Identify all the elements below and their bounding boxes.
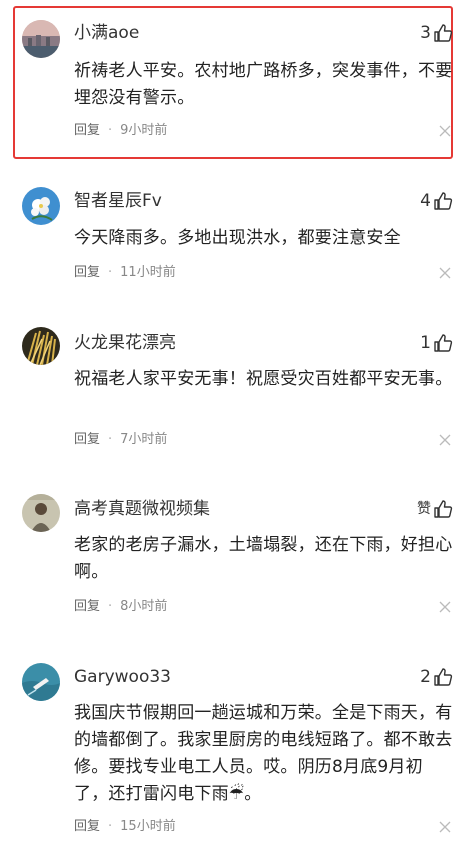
separator-dot: ·: [108, 432, 113, 447]
timestamp: 9小时前: [120, 123, 168, 138]
timestamp: 8小时前: [120, 599, 168, 614]
timestamp: 11小时前: [120, 265, 176, 280]
avatar[interactable]: [22, 327, 60, 365]
reply-button[interactable]: 回复: [74, 598, 100, 616]
reply-button[interactable]: 回复: [74, 818, 100, 836]
close-icon: [439, 125, 451, 137]
separator-dot: ·: [108, 265, 113, 280]
portrait-avatar-icon: [22, 494, 60, 532]
comment-item: 小满aoe 3 祈祷老人平安。农村地广路桥多，突发事件，不要埋怨没有警示。 回复…: [0, 0, 475, 165]
username[interactable]: 智者星辰Fv: [74, 189, 162, 213]
thumbs-up-icon: [434, 668, 453, 686]
reply-button[interactable]: 回复: [74, 122, 100, 140]
separator-dot: ·: [108, 819, 113, 834]
avatar[interactable]: [22, 187, 60, 225]
comment-item: 火龙果花漂亮 1 祝福老人家平安无事！祝愿受灾百姓都平安无事。 回复 · 7小时…: [0, 305, 475, 470]
comment-text: 祈祷老人平安。农村地广路桥多，突发事件，不要埋怨没有警示。: [74, 61, 453, 108]
username[interactable]: 高考真题微视频集: [74, 497, 210, 521]
username[interactable]: 小满aoe: [74, 21, 139, 45]
comment-item: 高考真题微视频集 赞 老家的老房子漏水，土墙塌裂，还在下雨，好担心啊。 回复 ·…: [0, 470, 475, 635]
close-button[interactable]: [439, 821, 451, 833]
sunset-photo-avatar-icon: [22, 20, 60, 58]
like-button[interactable]: 1: [420, 331, 453, 355]
close-button[interactable]: [439, 267, 451, 279]
boat-on-sea-avatar-icon: [22, 663, 60, 701]
separator-dot: ·: [108, 123, 113, 138]
avatar[interactable]: [22, 494, 60, 532]
like-count: 4: [420, 191, 431, 211]
comment-meta: 回复 · 7小时前: [74, 431, 167, 449]
reply-button[interactable]: 回复: [74, 264, 100, 282]
golden-grass-avatar-icon: [22, 327, 60, 365]
like-button[interactable]: 赞: [417, 497, 453, 521]
comment-text: 我国庆节假期回一趟运城和万荣。全是下雨天，有的墙都倒了。我家里厨房的电线短路了。…: [74, 703, 453, 804]
comment-meta: 回复 · 15小时前: [74, 818, 176, 836]
white-flower-avatar-icon: [22, 187, 60, 225]
comment-text: 祝福老人家平安无事！祝愿受灾百姓都平安无事。: [74, 369, 453, 389]
like-count: 3: [420, 23, 431, 43]
comment-text: 老家的老房子漏水，土墙塌裂，还在下雨，好担心啊。: [74, 535, 453, 582]
close-button[interactable]: [439, 125, 451, 137]
timestamp: 15小时前: [120, 819, 176, 834]
like-button[interactable]: 4: [420, 189, 453, 213]
close-button[interactable]: [439, 434, 451, 446]
thumbs-up-icon: [434, 24, 453, 42]
avatar[interactable]: [22, 20, 60, 58]
comment-list: 小满aoe 3 祈祷老人平安。农村地广路桥多，突发事件，不要埋怨没有警示。 回复…: [0, 0, 475, 858]
like-button[interactable]: 3: [420, 21, 453, 45]
separator-dot: ·: [108, 599, 113, 614]
close-icon: [439, 601, 451, 613]
thumbs-up-icon: [434, 500, 453, 518]
close-icon: [439, 821, 451, 833]
username[interactable]: Garywoo33: [74, 665, 171, 689]
reply-button[interactable]: 回复: [74, 431, 100, 449]
like-count: 2: [420, 667, 431, 687]
like-button[interactable]: 2: [420, 665, 453, 689]
thumbs-up-icon: [434, 334, 453, 352]
comment-text: 今天降雨多。多地出现洪水，都要注意安全: [74, 228, 401, 248]
avatar[interactable]: [22, 663, 60, 701]
comment-item: Garywoo33 2 我国庆节假期回一趟运城和万荣。全是下雨天，有的墙都倒了。…: [0, 635, 475, 858]
like-count: 1: [420, 333, 431, 353]
username[interactable]: 火龙果花漂亮: [74, 331, 176, 355]
close-icon: [439, 267, 451, 279]
close-button[interactable]: [439, 601, 451, 613]
timestamp: 7小时前: [120, 432, 168, 447]
comment-meta: 回复 · 9小时前: [74, 122, 167, 140]
comment-item: 智者星辰Fv 4 今天降雨多。多地出现洪水，都要注意安全 回复 · 11小时前: [0, 165, 475, 305]
like-label: 赞: [417, 501, 431, 517]
close-icon: [439, 434, 451, 446]
comment-meta: 回复 · 11小时前: [74, 264, 176, 282]
thumbs-up-icon: [434, 192, 453, 210]
comment-meta: 回复 · 8小时前: [74, 598, 167, 616]
